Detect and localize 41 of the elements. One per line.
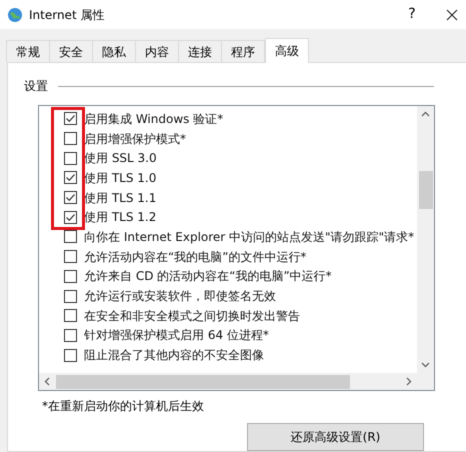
option-label: 使用 TLS 1.0	[84, 170, 156, 187]
option-label: 在安全和非安全模式之间切换时发出警告	[84, 308, 300, 325]
footnote: *在重新启动你的计算机后生效	[42, 398, 205, 415]
checkbox[interactable]	[64, 290, 77, 303]
option-label: 使用 SSL 3.0	[84, 150, 157, 168]
close-icon[interactable]	[446, 8, 458, 20]
scroll-thumb[interactable]	[56, 374, 350, 388]
checkbox[interactable]	[64, 132, 77, 146]
tab[interactable]: 常规	[6, 40, 50, 62]
vertical-scrollbar[interactable]	[417, 106, 434, 373]
option-label: 针对增强保护模式启用 64 位进程*	[84, 327, 269, 344]
checkbox[interactable]	[64, 112, 77, 126]
option-label: 允许活动内容在“我的电脑”的文件中运行*	[84, 248, 306, 266]
checkbox[interactable]	[64, 309, 77, 322]
option-label: 允许运行或安装软件，即使签名无效	[84, 288, 276, 306]
option-label: 阻止混合了其他内容的不安全图像	[84, 347, 264, 364]
option-label: 允许来自 CD 的活动内容在“我的电脑”中运行*	[84, 268, 332, 286]
tab[interactable]: 高级	[265, 38, 309, 63]
scroll-thumb[interactable]	[418, 171, 432, 209]
checkbox[interactable]	[64, 171, 77, 184]
globe-icon	[7, 6, 23, 22]
horizontal-scrollbar[interactable]	[39, 373, 434, 390]
checkbox[interactable]	[64, 191, 77, 204]
group-heading: 设置	[24, 78, 48, 95]
checkbox[interactable]	[64, 328, 77, 342]
checkbox[interactable]	[64, 270, 77, 283]
checkbox[interactable]	[64, 250, 77, 264]
option-label: 启用集成 Windows 验证*	[84, 110, 224, 128]
window-title: Internet 属性	[29, 6, 104, 24]
settings-list[interactable]	[38, 105, 435, 391]
restore-button[interactable]: 还原高级设置(R)	[247, 423, 424, 451]
tab[interactable]: 程序	[221, 40, 265, 62]
option-label: 使用 TLS 1.2	[84, 209, 156, 226]
option-label: 使用 TLS 1.1	[84, 190, 156, 207]
checkbox[interactable]	[64, 152, 77, 165]
checkbox[interactable]	[64, 348, 77, 362]
help-button[interactable]: ?	[400, 4, 424, 25]
option-label: 向你在 Internet Explorer 中访问的站点发送"请勿跟踪"请求*	[84, 228, 414, 246]
checkbox[interactable]	[64, 210, 77, 224]
option-label: 启用增强保护模式*	[84, 130, 186, 148]
checkbox[interactable]	[64, 230, 77, 244]
